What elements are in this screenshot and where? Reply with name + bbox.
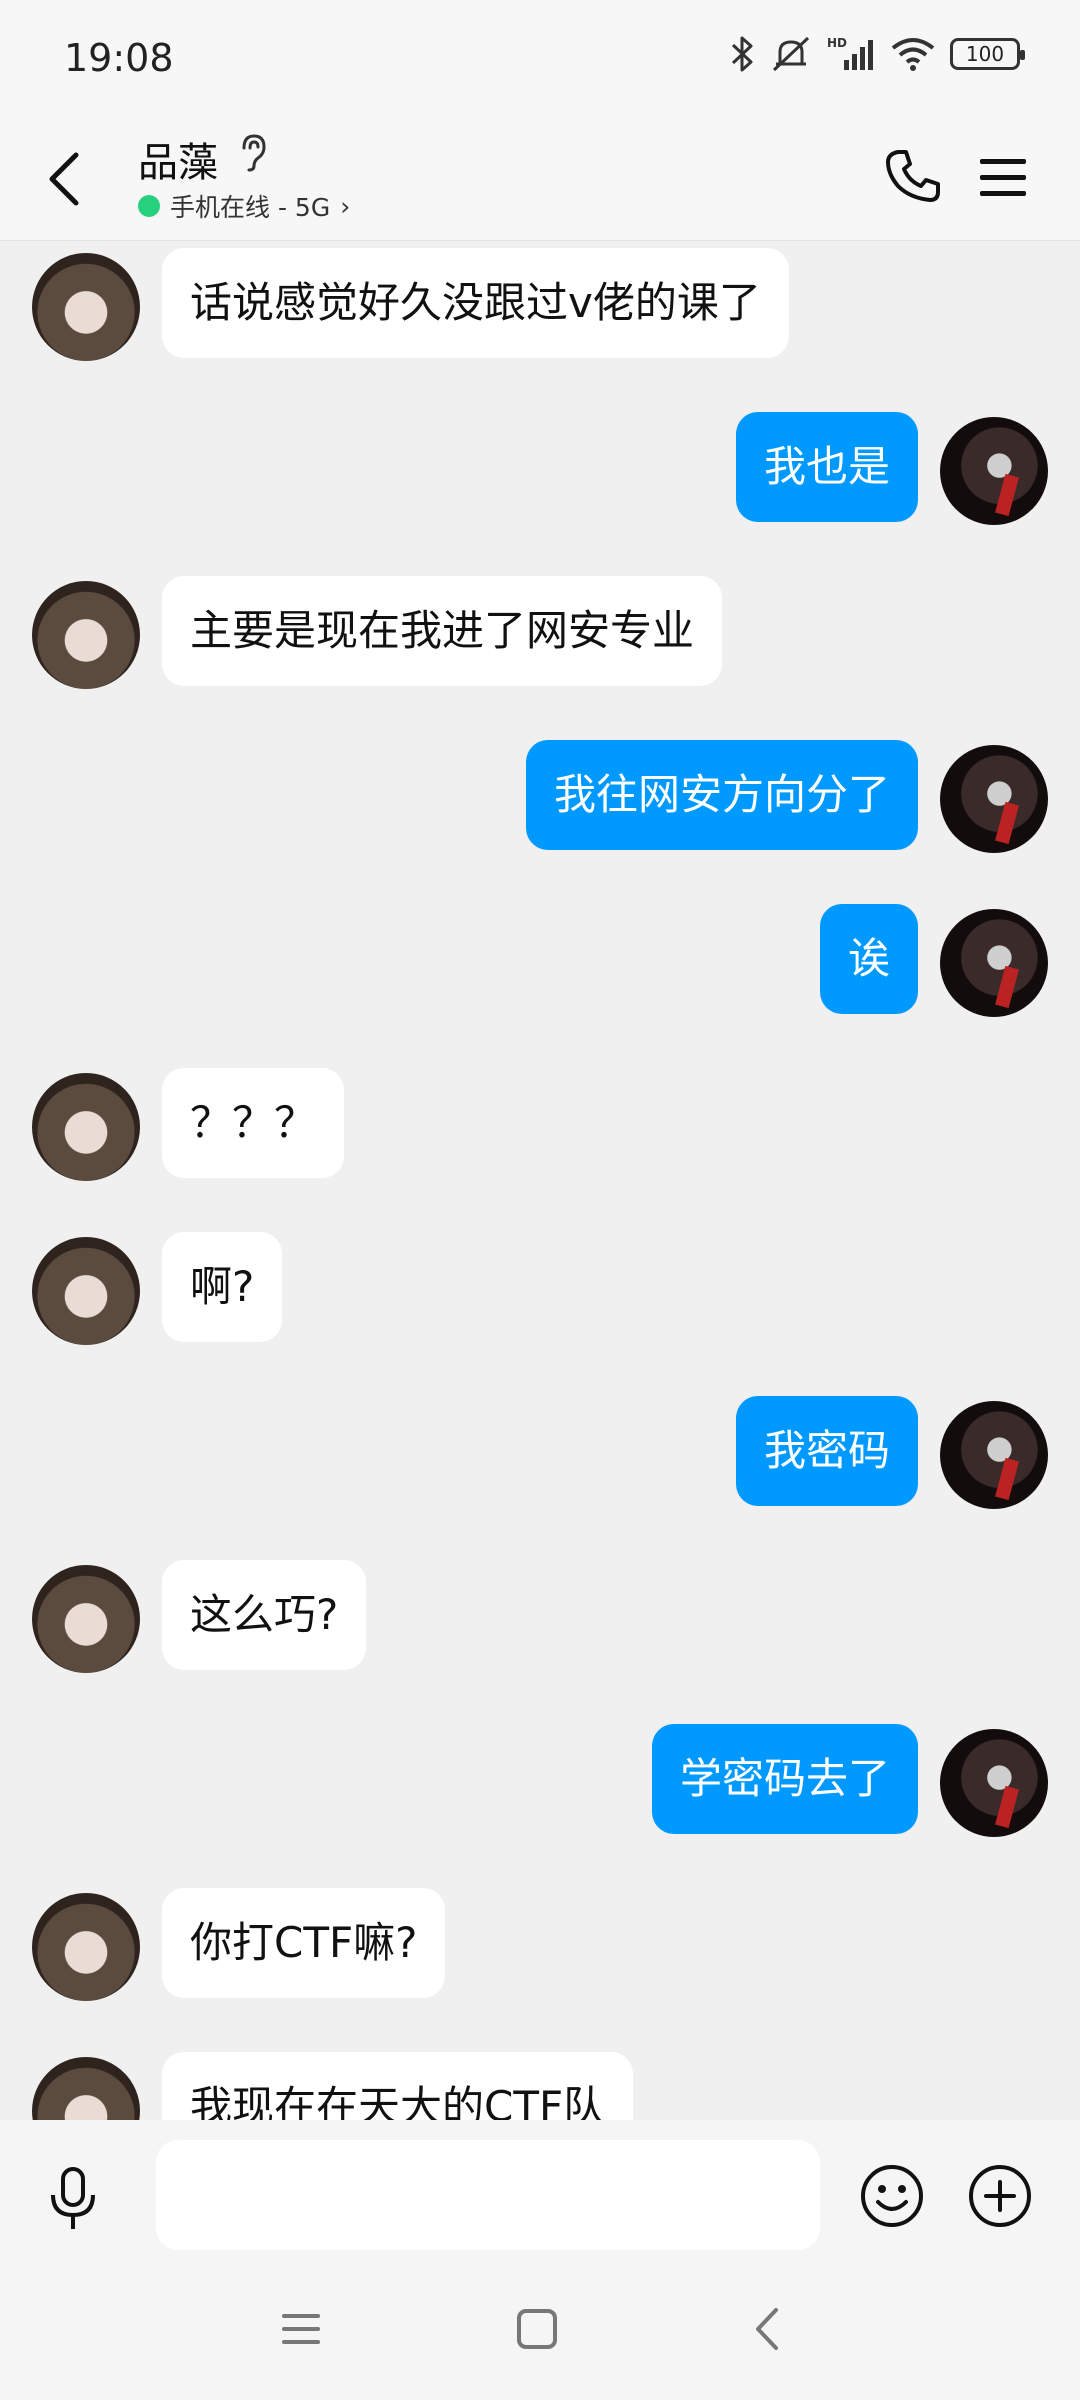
svg-text:HD: HD <box>827 36 847 50</box>
contact-avatar[interactable] <box>32 1565 140 1673</box>
message-bubble-received[interactable]: ？？？ <box>162 1068 345 1178</box>
message-bubble-received[interactable]: 这么巧? <box>162 1560 367 1670</box>
message-bubble-received[interactable]: 你打CTF嘛? <box>162 1888 446 1998</box>
message-row-sent: 我密码 <box>0 1396 1080 1509</box>
message-bubble-received[interactable]: 啊? <box>162 1232 283 1342</box>
wifi-icon <box>890 34 936 74</box>
battery-icon: 100 <box>950 38 1025 70</box>
message-row-received: 主要是现在我进了网安专业 <box>0 576 1080 689</box>
signal-hd-icon: HD <box>826 34 876 74</box>
home-icon <box>517 2309 557 2349</box>
contact-avatar[interactable] <box>32 2057 140 2120</box>
ear-icon <box>236 132 270 178</box>
message-row-received: 话说感觉好久没跟过v佬的课了 <box>0 248 1080 361</box>
status-icons: HD 100 <box>730 34 1025 74</box>
message-bubble-received[interactable]: 我现在在天大的CTF队 <box>162 2052 634 2120</box>
message-bubble-sent[interactable]: 学密码去了 <box>651 1724 918 1834</box>
status-bar: 19:08 HD 100 <box>0 0 1080 118</box>
message-bubble-received[interactable]: 主要是现在我进了网安专业 <box>162 576 723 686</box>
home-button[interactable] <box>514 2306 560 2356</box>
status-time: 19:08 <box>64 36 174 80</box>
more-button[interactable] <box>964 2160 1036 2232</box>
phone-icon <box>886 150 940 202</box>
message-input[interactable] <box>156 2140 820 2250</box>
user-avatar[interactable] <box>940 1729 1048 1837</box>
call-button[interactable] <box>878 142 948 212</box>
mute-icon <box>770 34 812 74</box>
back-triangle-icon <box>756 2308 778 2350</box>
message-bubble-sent[interactable]: 诶 <box>819 904 918 1014</box>
bluetooth-icon <box>730 34 756 74</box>
message-bubble-sent[interactable]: 我往网安方向分了 <box>525 740 918 850</box>
back-arrow-icon <box>49 152 79 206</box>
contact-avatar[interactable] <box>32 581 140 689</box>
system-back-button[interactable] <box>748 2304 788 2358</box>
chat-messages[interactable]: 话说感觉好久没跟过v佬的课了 我也是 主要是现在我进了网安专业 我往网安方向分了… <box>0 240 1080 2120</box>
emoji-button[interactable] <box>856 2160 928 2232</box>
voice-button[interactable] <box>38 2160 108 2240</box>
chat-header: 品藻 手机在线 - 5G › <box>0 118 1080 241</box>
microphone-icon <box>51 2167 95 2229</box>
menu-icon <box>980 159 1026 196</box>
message-bubble-received[interactable]: 话说感觉好久没跟过v佬的课了 <box>162 248 789 358</box>
message-row-received: 你打CTF嘛? <box>0 1888 1080 2001</box>
message-row-sent: 诶 <box>0 904 1080 1017</box>
user-avatar[interactable] <box>940 745 1048 853</box>
chevron-right-icon: › <box>340 191 351 221</box>
contact-name[interactable]: 品藻 <box>138 130 218 188</box>
contact-avatar[interactable] <box>32 1073 140 1181</box>
menu-button[interactable] <box>968 142 1038 212</box>
contact-avatar[interactable] <box>32 1893 140 2001</box>
user-avatar[interactable] <box>940 909 1048 1017</box>
recent-apps-button[interactable] <box>278 2306 324 2356</box>
back-button[interactable] <box>34 144 94 214</box>
online-indicator <box>138 195 160 217</box>
online-status[interactable]: 手机在线 - 5G › <box>138 188 350 224</box>
contact-avatar[interactable] <box>32 1237 140 1345</box>
message-row-received: 啊? <box>0 1232 1080 1345</box>
message-row-received: ？？？ <box>0 1068 1080 1181</box>
emoji-icon <box>861 2165 923 2227</box>
online-status-text: 手机在线 - 5G <box>170 193 331 222</box>
message-row-sent: 我往网安方向分了 <box>0 740 1080 853</box>
message-row-received: 我现在在天大的CTF队 <box>0 2052 1080 2120</box>
user-avatar[interactable] <box>940 1401 1048 1509</box>
recents-icon <box>282 2314 320 2344</box>
system-navigation-bar <box>0 2280 1080 2400</box>
message-row-sent: 学密码去了 <box>0 1724 1080 1837</box>
message-bubble-sent[interactable]: 我密码 <box>735 1396 918 1506</box>
message-bubble-sent[interactable]: 我也是 <box>735 412 918 522</box>
plus-icon <box>969 2165 1031 2227</box>
user-avatar[interactable] <box>940 417 1048 525</box>
contact-avatar[interactable] <box>32 253 140 361</box>
message-row-received: 这么巧? <box>0 1560 1080 1673</box>
message-row-sent: 我也是 <box>0 412 1080 525</box>
